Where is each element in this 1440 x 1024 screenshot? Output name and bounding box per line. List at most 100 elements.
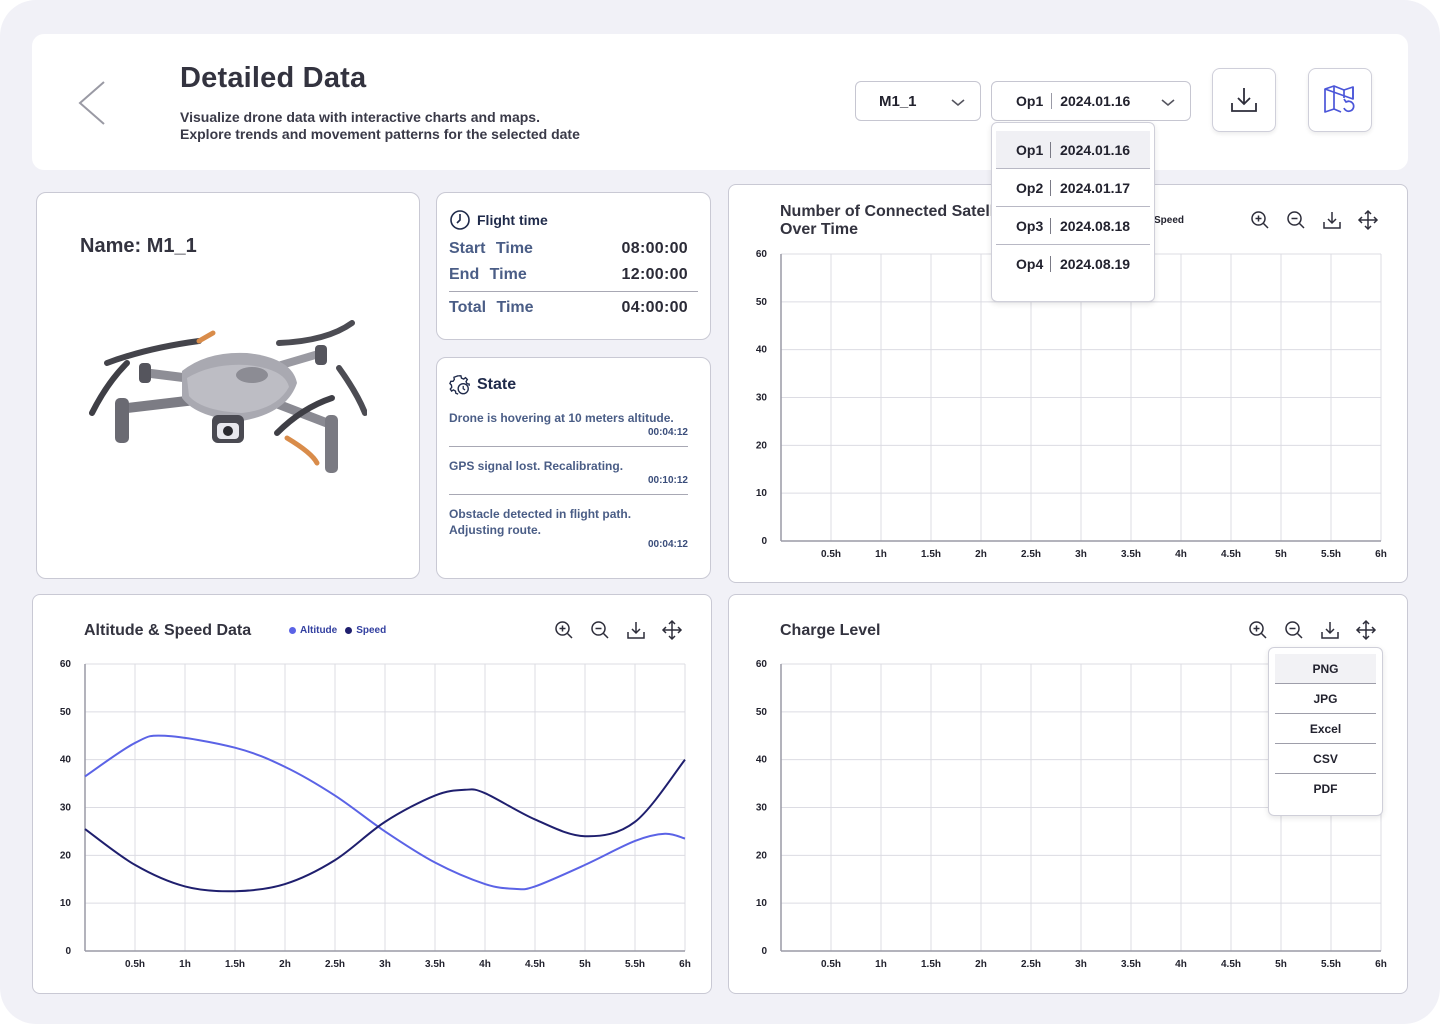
state-item: Drone is hovering at 10 meters altitude.… <box>449 410 688 438</box>
flight-time-header: Flight time <box>449 209 548 231</box>
x-tick-label: 0.5h <box>821 549 841 560</box>
x-tick-label: 4h <box>1175 549 1187 560</box>
x-tick-label: 1.5h <box>921 959 941 970</box>
y-tick-label: 40 <box>756 345 768 356</box>
x-tick-label: 3h <box>379 959 391 970</box>
x-tick-label: 2.5h <box>1021 549 1041 560</box>
y-tick-label: 50 <box>756 707 768 718</box>
y-tick-label: 30 <box>60 803 72 814</box>
x-tick-label: 5h <box>1275 959 1287 970</box>
y-tick-label: 30 <box>756 393 768 404</box>
x-tick-label: 1h <box>179 959 191 970</box>
state-time: 00:04:12 <box>647 427 688 438</box>
y-tick-label: 50 <box>60 707 72 718</box>
header-bar: Detailed Data Visualize drone data with … <box>32 34 1408 170</box>
operation-option[interactable]: Op4 2024.08.19 <box>996 245 1150 283</box>
y-tick-label: 40 <box>60 755 72 766</box>
y-tick-label: 20 <box>756 440 768 451</box>
x-tick-label: 5.5h <box>625 959 645 970</box>
x-tick-label: 5.5h <box>1321 959 1341 970</box>
y-tick-label: 10 <box>756 898 768 909</box>
x-tick-label: 2.5h <box>1021 959 1041 970</box>
divider <box>1050 141 1051 158</box>
total-time-row: Total Time 04:00:00 <box>449 297 688 319</box>
option-date: 2024.01.16 <box>1060 141 1131 158</box>
x-tick-label: 2h <box>975 549 987 560</box>
operation-option[interactable]: Op1 2024.01.16 <box>996 131 1150 169</box>
y-tick-label: 10 <box>756 488 768 499</box>
state-time: 00:10:12 <box>647 475 688 486</box>
operation-select[interactable]: Op1 2024.01.16 <box>991 81 1191 121</box>
option-op: Op4 <box>1016 256 1044 272</box>
divider <box>449 494 688 495</box>
export-option-excel[interactable]: Excel <box>1275 714 1376 744</box>
y-tick-label: 0 <box>761 536 767 547</box>
option-op: Op1 <box>1016 141 1044 158</box>
operation-option[interactable]: Op2 2024.01.17 <box>996 169 1150 207</box>
drone-image <box>89 320 367 473</box>
start-time-row: Start Time 08:00:00 <box>449 238 688 260</box>
state-message: GPS signal lost. Recalibrating. <box>449 459 624 473</box>
flight-time-card: Flight time Start Time 08:00:00 End Time… <box>436 192 711 340</box>
export-format-menu: PNG JPG Excel CSV PDF <box>1268 647 1383 816</box>
x-tick-label: 5h <box>579 959 591 970</box>
x-tick-label: 2.5h <box>325 959 345 970</box>
x-tick-label: 5h <box>1275 549 1287 560</box>
x-tick-label: 1.5h <box>225 959 245 970</box>
state-title: State <box>477 376 517 393</box>
altitude-chart-plot: 0 10 20 30 40 50 60 0.5h 1h 1.5h 2h 2.5h 3h 3.5h 4h 4.5… <box>60 659 691 970</box>
subtitle-line-2: Explore trends and movement patterns for… <box>180 126 580 142</box>
y-tick-label: 10 <box>60 898 72 909</box>
y-tick-label: 20 <box>756 850 768 861</box>
divider <box>1051 93 1053 109</box>
download-button[interactable] <box>1212 68 1276 132</box>
x-tick-label: 1h <box>875 549 887 560</box>
y-tick-label: 0 <box>761 946 767 957</box>
x-tick-label: 4.5h <box>525 959 545 970</box>
operation-option[interactable]: Op3 2024.08.18 <box>996 207 1150 245</box>
page-subtitle: Visualize drone data with interactive ch… <box>180 109 580 143</box>
drone-card: Name: M1_1 <box>36 192 420 579</box>
export-option-jpg[interactable]: JPG <box>1275 684 1376 714</box>
total-time-label: Total Time <box>449 299 534 316</box>
drone-name: Name: M1_1 <box>80 235 197 257</box>
chevron-left-icon <box>78 81 105 125</box>
divider <box>1050 179 1051 196</box>
state-header: State <box>449 374 516 396</box>
end-time-value: 12:00:00 <box>621 266 688 283</box>
export-option-png[interactable]: PNG <box>1275 654 1376 684</box>
model-select-value: M1_1 <box>879 92 917 110</box>
back-button[interactable] <box>72 78 116 128</box>
start-time-label: Start Time <box>449 240 533 257</box>
x-tick-label: 3h <box>1075 959 1087 970</box>
map-refresh-button[interactable] <box>1308 68 1372 132</box>
y-tick-label: 60 <box>756 249 768 260</box>
y-tick-label: 50 <box>756 297 768 308</box>
option-date: 2024.08.18 <box>1060 217 1131 234</box>
y-tick-label: 0 <box>65 946 71 957</box>
y-tick-label: 20 <box>60 850 72 861</box>
x-tick-label: 2h <box>279 959 291 970</box>
end-time-row: End Time 12:00:00 <box>449 264 688 286</box>
x-tick-label: 3.5h <box>425 959 445 970</box>
model-select[interactable]: M1_1 <box>855 81 981 121</box>
x-tick-label: 1.5h <box>921 549 941 560</box>
total-time-value: 04:00:00 <box>621 299 688 316</box>
state-time: 00:04:12 <box>647 539 688 550</box>
option-op: Op2 <box>1016 179 1044 196</box>
x-tick-label: 3.5h <box>1121 549 1141 560</box>
export-option-pdf[interactable]: PDF <box>1275 774 1376 804</box>
x-tick-label: 6h <box>1375 549 1387 560</box>
x-tick-label: 1h <box>875 959 887 970</box>
y-tick-label: 60 <box>60 659 72 670</box>
y-tick-label: 60 <box>756 659 768 670</box>
x-tick-label: 3h <box>1075 549 1087 560</box>
export-option-csv[interactable]: CSV <box>1275 744 1376 774</box>
state-item: Obstacle detected in flight path. Adjust… <box>449 506 688 550</box>
state-message: Obstacle detected in flight path. Adjust… <box>449 507 632 537</box>
state-message: Drone is hovering at 10 meters altitude. <box>449 411 674 425</box>
x-tick-label: 6h <box>679 959 691 970</box>
subtitle-line-1: Visualize drone data with interactive ch… <box>180 109 540 125</box>
state-card: State Drone is hovering at 10 meters alt… <box>436 357 711 579</box>
x-tick-label: 0.5h <box>821 959 841 970</box>
